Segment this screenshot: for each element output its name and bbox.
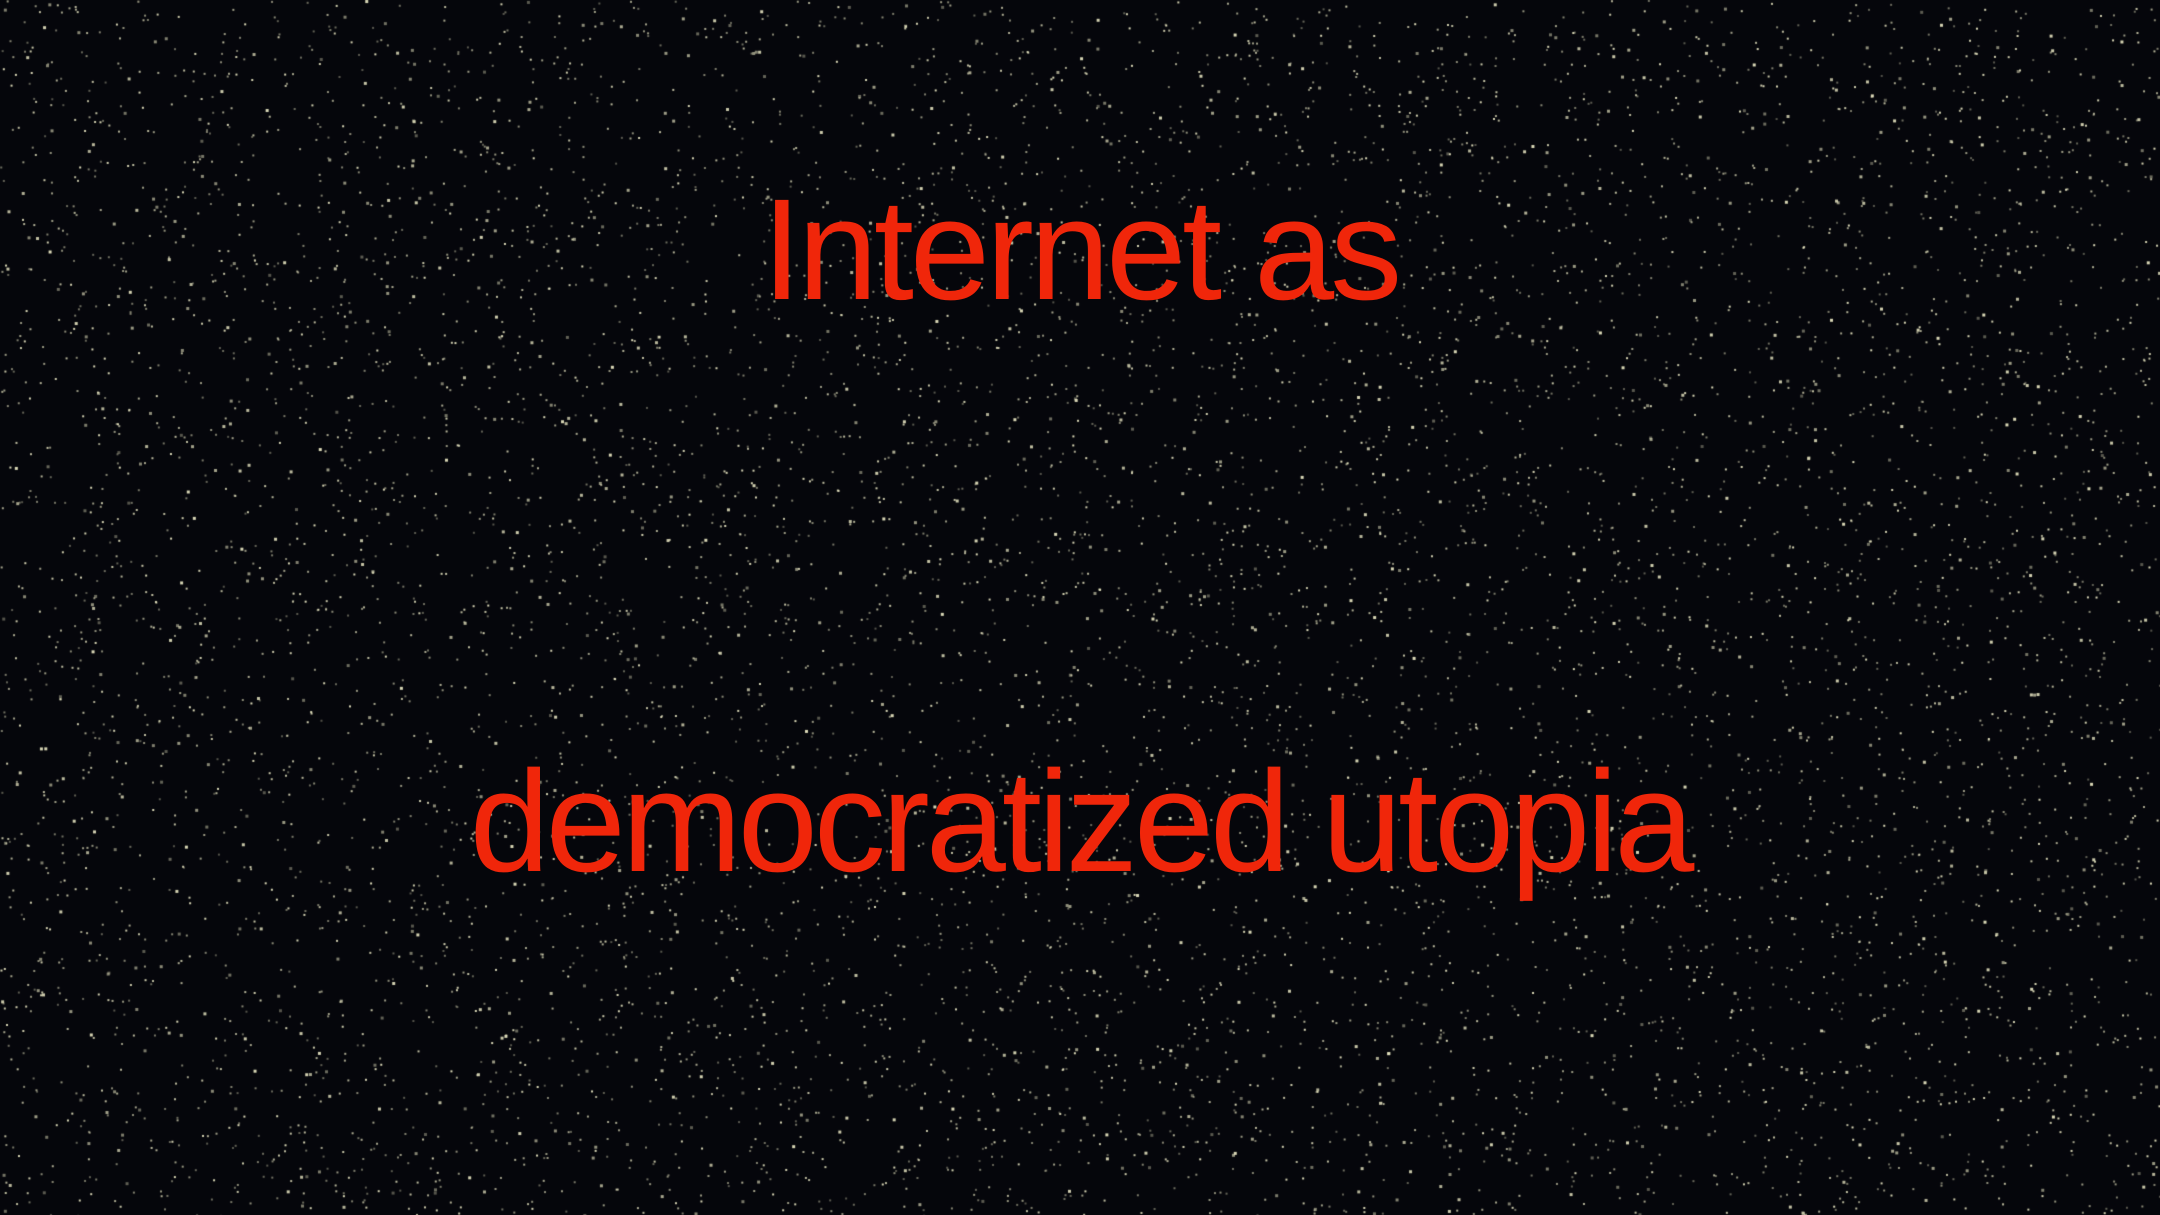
headline-line-1: Internet as bbox=[761, 169, 1402, 330]
slide-canvas: Internet as democratized utopia bbox=[0, 0, 2160, 1215]
headline-line-2: democratized utopia bbox=[469, 741, 1695, 902]
